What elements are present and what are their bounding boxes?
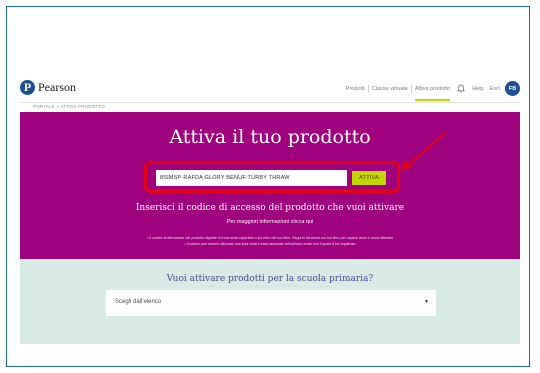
site-header: P Pearson Prodotti Classe virtuale Attiv… xyxy=(20,78,520,101)
nav-classe-virtuale[interactable]: Classe virtuale xyxy=(369,86,411,92)
main-nav: Prodotti Classe virtuale Attiva prodotto… xyxy=(343,81,520,101)
activation-note-1: • Il codice di attivazione del prodotto … xyxy=(147,236,393,240)
user-avatar[interactable]: FB xyxy=(505,81,520,96)
activation-note-2: • Il codice può essere utilizzato una so… xyxy=(184,242,356,246)
breadcrumb[interactable]: PORTALE > ATTIVA PRODOTTO xyxy=(33,104,105,109)
primary-school-section: Vuoi attivare prodotti per la scuola pri… xyxy=(20,259,520,344)
red-highlight-box xyxy=(144,161,400,193)
nav-esci[interactable]: Esci xyxy=(487,86,503,92)
pearson-logo[interactable]: P Pearson xyxy=(20,80,76,95)
nav-attiva-prodotto[interactable]: Attiva prodotto xyxy=(412,86,453,101)
brand-name: Pearson xyxy=(38,80,76,94)
primary-section-title: Vuoi attivare prodotti per la scuola pri… xyxy=(166,274,374,284)
nav-help[interactable]: Help xyxy=(469,86,486,92)
primary-product-select[interactable]: Scegli dall'elenco ▼ xyxy=(106,290,436,316)
pearson-logo-icon: P xyxy=(20,80,35,95)
dropdown-caret-icon: ▼ xyxy=(424,299,429,305)
red-arrow-icon xyxy=(401,132,446,171)
hero-subtitle: Inserisci il codice di accesso del prodo… xyxy=(135,203,405,213)
more-info-link[interactable]: Per maggiori informazioni clicca qui xyxy=(20,219,520,225)
activation-hero: Attiva il tuo prodotto ATTIVA Inserisci … xyxy=(20,112,520,259)
notification-bell-icon[interactable] xyxy=(457,84,466,93)
header-divider xyxy=(20,102,520,103)
nav-prodotti[interactable]: Prodotti xyxy=(343,86,368,92)
select-value: Scegli dall'elenco xyxy=(115,299,162,305)
